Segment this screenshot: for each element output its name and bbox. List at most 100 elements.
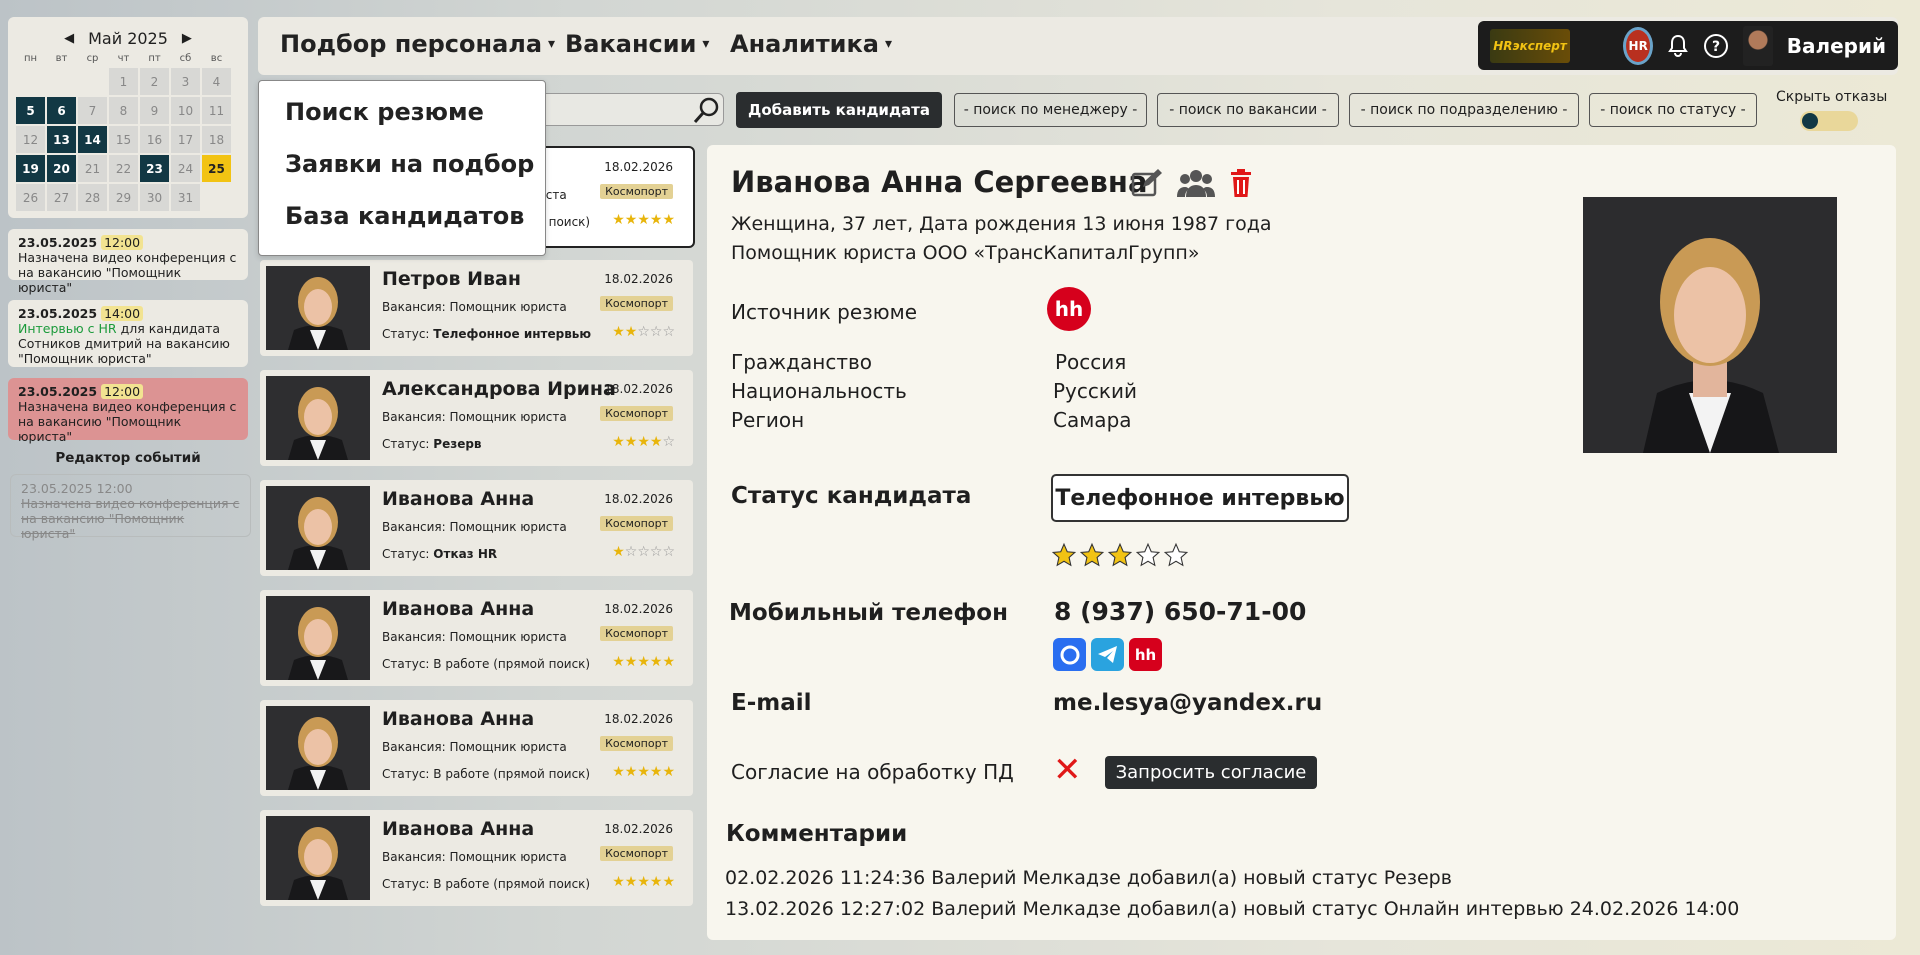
event-text: Сотников дмитрий на вакансию [18,336,230,351]
bell-icon[interactable] [1667,33,1689,59]
candidate-status-button[interactable]: Телефонное интервью [1051,474,1349,522]
calendar-day[interactable]: 12 [16,126,45,153]
source-label: Источник резюме [731,300,918,324]
help-icon[interactable]: ? [1703,33,1729,59]
group-icon[interactable] [1177,167,1215,203]
telegram-icon[interactable] [1091,638,1124,671]
candidate-date: 18.02.2026 [604,492,673,506]
filter-vacancy[interactable]: - поиск по вакансии - [1157,93,1339,127]
filter-status[interactable]: - поиск по статусу - [1589,93,1757,127]
calendar-day-today[interactable]: 25 [202,155,231,182]
calendar-day[interactable]: 8 [109,97,138,124]
max-messenger-icon[interactable] [1053,638,1086,671]
status-prefix: Статус: [382,327,434,341]
event-editor-draft[interactable]: 23.05.2025 12:00 Назначена видео конфере… [10,474,251,541]
star-icon: ☆ [662,434,675,450]
star-icon[interactable] [1135,542,1161,572]
calendar-day[interactable]: 3 [171,68,200,95]
add-candidate-button[interactable]: Добавить кандидата [736,92,942,128]
candidate-card[interactable]: Иванова Анна 18.02.2026 Вакансия: Помощник… [260,590,693,686]
calendar-day[interactable]: 6 [47,97,76,124]
calendar-day[interactable]: 13 [47,126,76,153]
nav-vacancies[interactable]: Вакансии ▾ [565,30,709,58]
hide-rejections-label: Скрыть отказы [1776,89,1888,105]
candidate-card[interactable]: Иванова Анна 18.02.2026 Вакансия: Помощник… [260,700,693,796]
event-card-alert[interactable]: 23.05.2025 12:00 Назначена видео конфере… [8,378,248,444]
calendar-next-button[interactable]: ▶ [182,31,192,46]
calendar-day[interactable]: 23 [140,155,169,182]
calendar-day[interactable]: 29 [109,184,138,211]
calendar-day[interactable]: 16 [140,126,169,153]
calendar-day[interactable]: 31 [171,184,200,211]
calendar-day[interactable]: 14 [78,126,107,153]
calendar-day[interactable]: 4 [202,68,231,95]
star-icon: ★ [612,324,625,340]
calendar-day[interactable]: 30 [140,184,169,211]
candidate-card[interactable]: Иванова Анна 18.02.2026 Вакансия: Помощник… [260,810,693,906]
calendar-day[interactable]: 22 [109,155,138,182]
calendar-day[interactable]: 5 [16,97,45,124]
nav-label: Подбор персонала [280,30,543,58]
edit-icon[interactable] [1131,168,1163,202]
star-icon[interactable] [1079,542,1105,572]
calendar-day[interactable]: 10 [171,97,200,124]
weekday-label: пн [23,53,38,64]
candidate-rating[interactable] [1051,542,1189,572]
event-date: 23.05.2025 [21,481,93,496]
calendar-day[interactable]: 17 [171,126,200,153]
request-consent-button[interactable]: Запросить согласие [1105,756,1317,789]
event-card[interactable]: 23.05.2025 12:00 Назначена видео конфере… [8,229,248,295]
trash-icon[interactable] [1229,168,1253,202]
event-time: 12:00 [101,384,144,399]
candidate-card[interactable]: Петров Иван 18.02.2026 Вакансия: Помощник … [260,260,693,356]
candidate-card[interactable]: Александрова Ирина 18.02.2026 Вакансия: По… [260,370,693,466]
phone-value[interactable]: 8 (937) 650-71-00 [1054,597,1306,626]
calendar-day[interactable]: 7 [78,97,107,124]
nav-recruitment[interactable]: Подбор персонала ▾ [280,30,555,58]
candidate-thumbnail [266,596,370,680]
region-value: Самара [1053,408,1132,432]
user-avatar[interactable] [1743,25,1773,66]
hide-rejections-toggle[interactable] [1800,111,1858,131]
candidate-vacancy: Вакансия: Помощник юриста [382,410,567,424]
email-value[interactable]: me.lesya@yandex.ru [1053,690,1322,716]
star-icon[interactable] [1163,542,1189,572]
filter-manager[interactable]: - поиск по менеджеру - [954,93,1147,127]
star-icon: ★ [649,212,663,228]
star-icon[interactable] [1107,542,1133,572]
candidate-card[interactable]: Иванова Анна 18.02.2026 Вакансия: Помощник… [260,480,693,576]
search-icon[interactable] [692,95,722,125]
calendar-day[interactable]: 27 [47,184,76,211]
candidate-status: Статус: Отказ HR [382,547,497,561]
menu-item-candidate-base[interactable]: База кандидатов [259,201,545,253]
calendar-day[interactable]: 28 [78,184,107,211]
calendar-day[interactable]: 11 [202,97,231,124]
calendar-day[interactable]: 2 [140,68,169,95]
nav-analytics[interactable]: Аналитика ▾ [730,30,892,58]
filter-division[interactable]: - поиск по подразделению - [1349,93,1579,127]
calendar-day[interactable]: 1 [109,68,138,95]
event-time: 14:00 [101,306,144,321]
username[interactable]: Валерий [1787,34,1886,58]
calendar-day[interactable]: 19 [16,155,45,182]
calendar-day[interactable]: 24 [171,155,200,182]
calendar-day[interactable]: 9 [140,97,169,124]
calendar-day[interactable]: 21 [78,155,107,182]
calendar-day[interactable]: 15 [109,126,138,153]
hr-expert-logo[interactable]: HRэксперт [1490,28,1571,63]
star-icon: ★ [612,874,625,890]
star-icon[interactable] [1051,542,1077,572]
hh-icon[interactable]: hh [1129,638,1162,671]
weekday-label: вт [55,53,68,64]
shield-badge-icon[interactable]: HR [1623,26,1654,65]
calendar-day[interactable]: 26 [16,184,45,211]
event-text: Назначена видео конференция с [18,399,237,414]
hh-logo-icon[interactable]: hh [1047,287,1091,331]
calendar-prev-button[interactable]: ◀ [64,31,74,46]
menu-item-resume-search[interactable]: Поиск резюме [259,97,545,149]
calendar-day[interactable]: 20 [47,155,76,182]
event-card[interactable]: 23.05.2025 14:00 Интервью с HR для канди… [8,300,248,367]
candidate-rating: ★★☆☆☆ [612,324,675,340]
calendar-day[interactable]: 18 [202,126,231,153]
menu-item-requests[interactable]: Заявки на подбор [259,149,545,201]
